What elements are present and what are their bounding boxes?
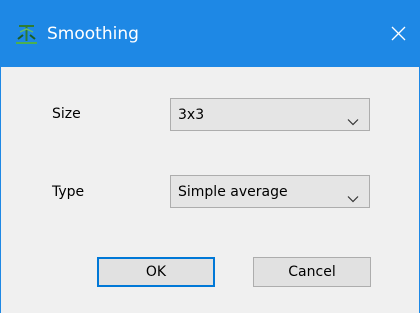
ok-button[interactable]: OK [97, 257, 215, 287]
chevron-down-icon [347, 111, 359, 130]
type-dropdown-value: Simple average [178, 184, 288, 200]
title-bar[interactable]: Smoothing [0, 0, 420, 67]
chevron-down-icon [347, 188, 359, 207]
close-button[interactable] [374, 0, 420, 67]
close-icon [391, 26, 406, 41]
app-logo-icon [14, 22, 39, 47]
cancel-button[interactable]: Cancel [253, 257, 371, 287]
window-border-left [0, 67, 1, 313]
dialog-title: Smoothing [47, 24, 139, 44]
size-dropdown[interactable]: 3x3 [170, 98, 370, 131]
smoothing-dialog: Smoothing Size 3x3 Type Simple average O… [0, 0, 420, 313]
type-dropdown[interactable]: Simple average [170, 175, 370, 208]
size-dropdown-value: 3x3 [178, 107, 205, 123]
size-label: Size [52, 106, 81, 122]
type-label: Type [52, 184, 85, 200]
